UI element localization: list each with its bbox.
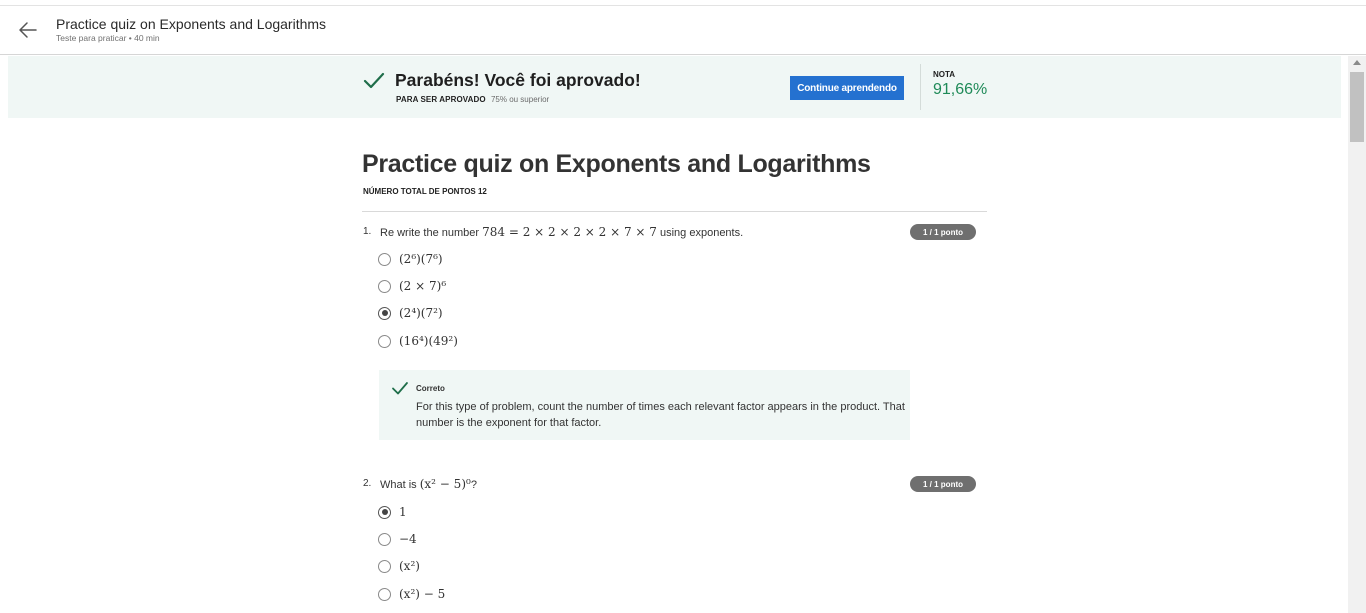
total-points: NÚMERO TOTAL DE PONTOS 12 xyxy=(363,187,487,196)
question-text-prefix: Re write the number xyxy=(380,227,483,239)
answer-option-selected[interactable]: (2⁴)(7²) xyxy=(378,305,443,321)
question-text-suffix: using exponents. xyxy=(656,227,744,239)
answer-option[interactable]: (16⁴)(49²) xyxy=(378,333,458,349)
answer-option[interactable]: (x²) xyxy=(378,558,420,574)
question-text-suffix: ? xyxy=(470,479,477,491)
answer-option[interactable]: (2 × 7)⁶ xyxy=(378,278,446,294)
question-text-prefix: What is xyxy=(380,479,420,491)
radio-button[interactable] xyxy=(378,587,391,601)
question-text: What is (x² − 5)⁰? xyxy=(380,477,477,491)
radio-button[interactable] xyxy=(378,532,391,546)
question-text: Re write the number 784 = 2 × 2 × 2 × 2 … xyxy=(380,225,743,239)
question-number: 2. xyxy=(363,478,372,489)
radio-button[interactable] xyxy=(378,279,391,293)
answer-option-label: 1 xyxy=(399,505,407,519)
banner-divider xyxy=(920,64,921,110)
answer-option-label: (x²) − 5 xyxy=(399,587,446,601)
result-banner: Parabéns! Você foi aprovado! PARA SER AP… xyxy=(8,56,1341,118)
answer-option[interactable]: −4 xyxy=(378,531,417,547)
answer-option-label: (x²) xyxy=(399,559,420,573)
question-math: 784 = 2 × 2 × 2 × 2 × 7 × 7 xyxy=(482,225,657,239)
pass-requirement-label: PARA SER APROVADO xyxy=(396,95,486,104)
grade-label: NOTA xyxy=(933,70,956,79)
points-badge: 1 / 1 ponto xyxy=(910,224,976,240)
pass-requirement: PARA SER APROVADO 75% ou superior xyxy=(396,95,549,104)
header-title: Practice quiz on Exponents and Logarithm… xyxy=(56,16,327,32)
question-number: 1. xyxy=(363,226,372,237)
answer-option-label: (2 × 7)⁶ xyxy=(399,279,447,293)
page-header: Practice quiz on Exponents and Logarithm… xyxy=(0,6,1366,55)
feedback-text: For this type of problem, count the numb… xyxy=(416,401,905,429)
radio-button[interactable] xyxy=(378,252,391,266)
header-subtitle: Teste para praticar • 40 min xyxy=(56,33,160,43)
back-arrow-icon[interactable] xyxy=(17,19,39,41)
grade-value: 91,66% xyxy=(933,81,988,98)
pass-message: Parabéns! Você foi aprovado! xyxy=(395,70,641,90)
radio-button[interactable] xyxy=(378,334,391,348)
radio-button-selected[interactable] xyxy=(378,306,391,320)
answer-option-label: −4 xyxy=(399,532,417,546)
answer-option-label: (2⁶)(7⁶) xyxy=(399,252,443,266)
continue-learning-button[interactable]: Continue aprendendo xyxy=(790,76,904,100)
radio-button-selected[interactable] xyxy=(378,505,391,519)
pass-requirement-value: 75% ou superior xyxy=(490,95,550,104)
answer-option-selected[interactable]: 1 xyxy=(378,504,407,520)
checkmark-icon xyxy=(392,382,408,395)
scrollbar-thumb[interactable] xyxy=(1350,72,1364,142)
checkmark-icon xyxy=(363,72,385,89)
question-math: (x² − 5)⁰ xyxy=(419,477,471,491)
quiz-title: Practice quiz on Exponents and Logarithm… xyxy=(362,150,871,178)
points-badge: 1 / 1 ponto xyxy=(910,476,976,492)
title-divider xyxy=(362,211,987,212)
feedback-title: Correto xyxy=(416,384,445,393)
answer-option-label: (16⁴)(49²) xyxy=(399,334,458,348)
scroll-up-arrow-icon[interactable] xyxy=(1353,60,1361,65)
answer-option[interactable]: (x²) − 5 xyxy=(378,586,445,602)
answer-option-label: (2⁴)(7²) xyxy=(399,306,443,320)
feedback-box: Correto For this type of problem, count … xyxy=(379,370,910,440)
radio-button[interactable] xyxy=(378,559,391,573)
answer-option[interactable]: (2⁶)(7⁶) xyxy=(378,251,443,267)
